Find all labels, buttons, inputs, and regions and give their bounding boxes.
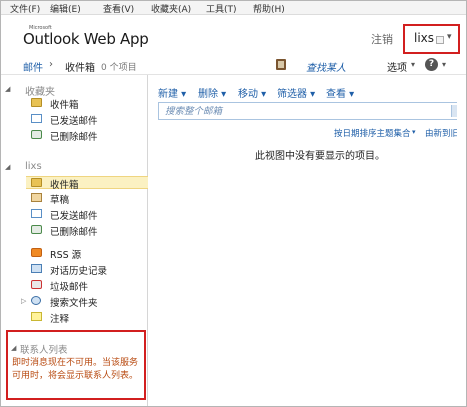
deleted-items-icon [31,130,42,139]
filter-button[interactable]: 筛选器 ▾ [277,85,315,100]
options-menu[interactable]: 选项 [387,59,407,74]
chevron-down-icon: ▾ [447,32,452,42]
contact-list-panel: ◢ 联系人列表 即时消息现在不可用。当该服务可用时，将会显示联系人列表。 [6,330,146,400]
breadcrumb-separator: › [49,59,53,70]
sent-items-icon [31,209,42,218]
user-menu-button[interactable]: lixs ▾ [403,24,460,54]
find-someone-link[interactable]: 查找某人 [306,59,346,74]
notes-icon [31,312,42,321]
mailbox-header[interactable]: lixs [25,161,42,172]
favorites-header[interactable]: 收藏夹 [25,83,55,98]
view-button[interactable]: 查看 ▾ [326,85,354,100]
menu-edit[interactable]: 编辑(E) [50,2,81,15]
menu-help[interactable]: 帮助(H) [253,2,285,15]
breadcrumb-mail[interactable]: 邮件 [23,59,43,74]
move-button[interactable]: 移动 ▾ [238,85,266,100]
favorites-item-sent[interactable]: 已发送邮件 [31,113,143,127]
sent-items-icon [31,114,42,123]
delete-button[interactable]: 删除 ▾ [198,85,226,100]
inbox-folder-icon [31,178,42,187]
conversation-history-icon [31,264,42,273]
menu-tools[interactable]: 工具(T) [206,2,237,15]
browser-menu-bar: 文件(F) 编辑(E) 查看(V) 收藏夹(A) 工具(T) 帮助(H) [1,1,466,15]
breadcrumb-current-folder: 收件箱 [65,63,95,74]
item-count: 0 个项目 [101,63,137,73]
presence-status-icon [436,36,444,44]
collapse-triangle-icon[interactable]: ◢ [5,163,10,171]
favorites-item-deleted[interactable]: 已删除邮件 [31,129,143,143]
junk-mail-icon [31,280,42,289]
mailbox-item-junk[interactable]: 垃圾邮件 [31,279,143,293]
menu-view[interactable]: 查看(V) [103,2,134,15]
mailbox-item-deleted[interactable]: 已删除邮件 [31,224,143,238]
mailbox-item-drafts[interactable]: 草稿 [31,192,143,206]
new-button[interactable]: 新建 ▾ [158,85,186,100]
rss-icon [31,248,42,257]
mailbox-item-conversation-history[interactable]: 对话历史记录 [31,263,143,277]
mailbox-item-search-folders[interactable]: 搜索文件夹 [31,295,143,309]
collapse-triangle-icon[interactable]: ◢ [11,344,16,352]
empty-view-message: 此视图中没有要显示的项目。 [255,151,385,162]
mailbox-item-notes[interactable]: 注释 [31,311,143,325]
navigation-pane: ◢ 收藏夹 收件箱 已发送邮件 已删除邮件 ◢ lixs 收件箱 草稿 已发送邮… [1,75,148,406]
deleted-items-icon [31,225,42,234]
mailbox-item-inbox[interactable]: 收件箱 [26,176,148,191]
expand-triangle-icon[interactable]: ▷ [21,297,26,305]
scrollbar[interactable] [457,75,466,406]
arrange-by-menu[interactable]: 按日期排序主题集合 [334,127,411,139]
search-box [158,102,461,120]
chevron-down-icon[interactable]: ▾ [442,60,446,69]
browser-window: 文件(F) 编辑(E) 查看(V) 收藏夹(A) 工具(T) 帮助(H) Mic… [0,0,467,407]
address-book-icon[interactable] [276,59,286,70]
collapse-triangle-icon[interactable]: ◢ [5,85,10,93]
favorites-item-inbox[interactable]: 收件箱 [31,97,143,111]
inbox-folder-icon [31,98,42,107]
sort-order-link[interactable]: 由新到旧 [425,127,459,139]
mailbox-item-rss[interactable]: RSS 源 [31,247,143,261]
menu-file[interactable]: 文件(F) [10,2,40,15]
contact-list-header[interactable]: 联系人列表 [20,342,68,356]
help-icon[interactable]: ? [425,58,438,71]
app-title: Outlook Web App [23,30,149,48]
menu-favorites[interactable]: 收藏夹(A) [151,2,191,15]
user-name: lixs [414,31,435,45]
im-unavailable-message: 即时消息现在不可用。当该服务可用时，将会显示联系人列表。 [12,358,139,381]
signout-link[interactable]: 注销 [371,31,393,47]
drafts-icon [31,193,42,202]
mailbox-item-sent[interactable]: 已发送邮件 [31,208,143,222]
search-folder-icon [31,296,41,305]
chevron-down-icon[interactable]: ▾ [411,60,415,69]
chevron-down-icon[interactable]: ▾ [412,128,416,136]
search-input[interactable] [159,103,460,119]
